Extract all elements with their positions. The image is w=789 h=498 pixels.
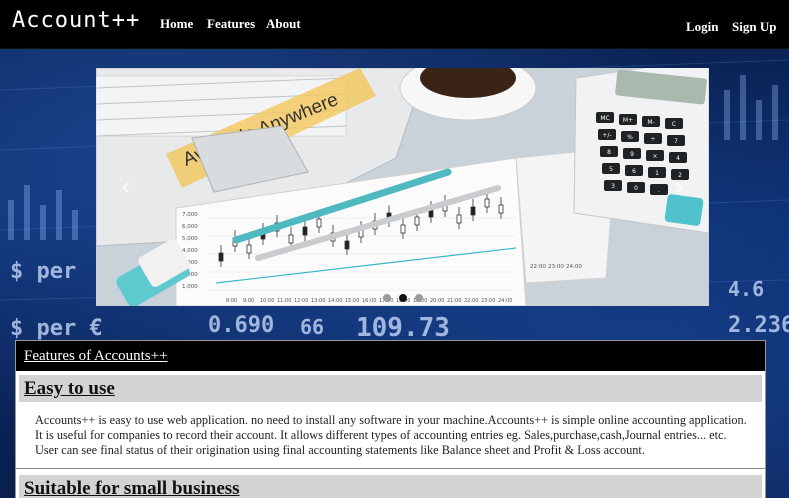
hero-carousel: Available Anywhere 7,000 6,000 5,000 4,0… [96, 68, 709, 306]
feature-title: Easy to use [24, 377, 115, 399]
feature-heading-easy: Easy to use [19, 375, 762, 402]
nav-home-link[interactable]: Home [160, 16, 193, 32]
brand-logo[interactable]: Account++ [12, 8, 140, 33]
svg-text:22:00: 22:00 [530, 264, 546, 270]
svg-text:C: C [672, 121, 676, 128]
svg-text:.: . [658, 187, 660, 194]
carousel-slide-image: Available Anywhere 7,000 6,000 5,000 4,0… [96, 68, 709, 306]
svg-text:4,000: 4,000 [182, 248, 198, 254]
svg-text:1: 1 [655, 170, 659, 177]
svg-text:M-: M- [647, 119, 654, 126]
svg-text:7,000: 7,000 [182, 212, 198, 218]
svg-text:24:00: 24:00 [566, 264, 582, 270]
svg-text:5: 5 [609, 166, 613, 173]
bg-number: 2.236 [728, 313, 789, 338]
svg-text:6,000: 6,000 [182, 224, 198, 230]
feature-heading-small-business: Suitable for small business [19, 475, 762, 498]
bg-number: 4.6 [728, 277, 764, 301]
svg-text:%: % [627, 134, 633, 141]
bg-number: 66 [300, 315, 324, 339]
svg-text:8: 8 [607, 149, 611, 156]
svg-text:0: 0 [634, 185, 638, 192]
bg-number: 0.690 [208, 313, 274, 338]
carousel-next-icon[interactable]: › [669, 173, 689, 201]
svg-text:MC: MC [600, 115, 609, 122]
svg-text:3: 3 [611, 183, 615, 190]
svg-text:9: 9 [630, 151, 634, 158]
carousel-indicator-2[interactable] [398, 294, 407, 303]
svg-text:7: 7 [674, 138, 678, 145]
signup-link[interactable]: Sign Up [732, 19, 776, 35]
svg-text:÷: ÷ [650, 136, 655, 143]
calculator-illustration: MC M+ M- C+/-% ÷ 78 9 × 45 6 1 23 0. [573, 68, 709, 234]
carousel-indicator-1[interactable] [382, 294, 391, 303]
feature-divider [16, 468, 765, 469]
svg-text:×: × [652, 153, 657, 160]
nav-about-link[interactable]: About [266, 16, 301, 32]
feature-description: Accounts++ is easy to use web applicatio… [35, 413, 747, 457]
carousel-indicator-3[interactable] [414, 294, 423, 303]
carousel-indicators [96, 289, 709, 303]
bg-number: $ per [10, 259, 76, 284]
bg-number: 109.73 [356, 313, 450, 343]
nav-features-link[interactable]: Features [207, 16, 255, 32]
svg-text:M+: M+ [623, 117, 633, 124]
features-header: Features of Accounts++ [16, 341, 765, 371]
svg-text:4: 4 [676, 155, 680, 162]
login-link[interactable]: Login [686, 19, 719, 35]
svg-text:23:00: 23:00 [548, 264, 564, 270]
bg-number: $ per € [10, 316, 103, 341]
feature-title: Suitable for small business [24, 477, 240, 498]
svg-text:+/-: +/- [602, 132, 611, 139]
features-title-link[interactable]: Features of Accounts++ [24, 348, 168, 365]
features-panel: Features of Accounts++ Easy to use Accou… [15, 340, 766, 498]
svg-text:5,000: 5,000 [182, 236, 198, 242]
carousel-prev-icon[interactable]: ‹ [116, 173, 136, 201]
svg-text:6: 6 [632, 168, 636, 175]
navbar: Account++ Home Features About Login Sign… [0, 0, 789, 49]
